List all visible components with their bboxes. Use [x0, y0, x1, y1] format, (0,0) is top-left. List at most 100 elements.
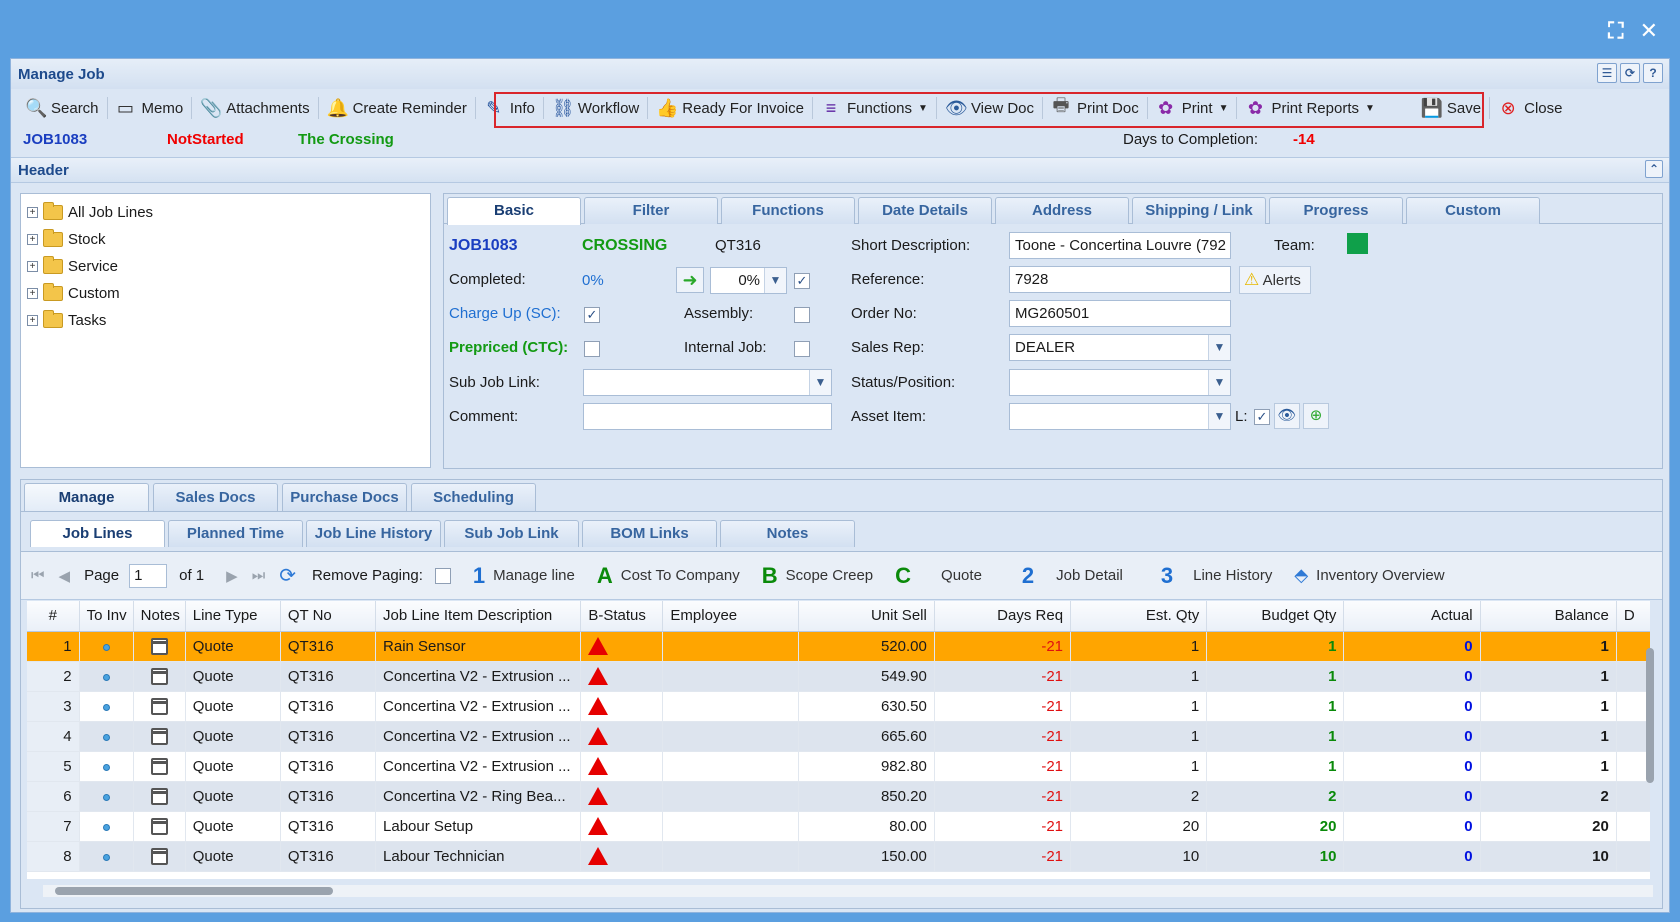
functions-menu-button[interactable]: ≡ Functions ▼ — [813, 93, 936, 123]
tree-node-custom[interactable]: + Custom — [21, 280, 430, 307]
to-invoice-dot[interactable] — [102, 763, 110, 771]
tab-bom-links[interactable]: BOM Links — [582, 520, 717, 547]
asset-item-select[interactable]: ▼ — [1009, 403, 1231, 430]
note-icon[interactable] — [150, 757, 168, 775]
workflow-button[interactable]: ⛓ Workflow — [544, 93, 647, 123]
refresh-grid-icon[interactable]: ⟳ — [279, 563, 296, 588]
sub-job-link-select[interactable]: ▼ — [583, 369, 832, 396]
tab-functions[interactable]: Functions — [721, 197, 855, 224]
to-invoice-dot[interactable] — [102, 793, 110, 801]
collapse-icon[interactable]: ⌃ — [1645, 160, 1663, 178]
col-description[interactable]: Job Line Item Description — [375, 601, 582, 632]
internal-job-checkbox[interactable] — [794, 341, 810, 357]
tab-manage[interactable]: Manage — [24, 483, 149, 511]
tab-notes[interactable]: Notes — [720, 520, 855, 547]
table-row[interactable]: 8 Quote QT316 Labour Technician 150.00 -… — [27, 841, 1650, 872]
tab-sales-docs[interactable]: Sales Docs — [153, 483, 278, 511]
to-invoice-dot[interactable] — [102, 823, 110, 831]
inventory-overview-button[interactable]: ⬘ Inventory Overview — [1294, 565, 1444, 586]
to-invoice-dot[interactable] — [102, 703, 110, 711]
col-qt-no[interactable]: QT No — [280, 601, 377, 632]
tree-node-tasks[interactable]: + Tasks — [21, 307, 430, 334]
charge-up-checkbox[interactable]: ✓ — [584, 307, 600, 323]
tab-progress[interactable]: Progress — [1269, 197, 1403, 224]
col-actual[interactable]: Actual — [1343, 601, 1481, 632]
order-no-field[interactable]: MG260501 — [1009, 300, 1231, 327]
expand-icon[interactable]: + — [27, 234, 38, 245]
maximize-icon[interactable]: ⛶ — [1608, 18, 1623, 44]
col-notes[interactable]: Notes — [133, 601, 186, 632]
expand-icon[interactable]: + — [27, 207, 38, 218]
shortcut-scope-creep[interactable]: B Scope Creep — [762, 563, 873, 589]
last-page-icon[interactable]: ⏭ — [252, 567, 266, 584]
table-row[interactable]: 3 Quote QT316 Concertina V2 - Extrusion … — [27, 691, 1650, 722]
page-input[interactable]: 1 — [129, 563, 168, 588]
vertical-scrollbar[interactable] — [1644, 630, 1656, 880]
tab-job-line-history[interactable]: Job Line History — [306, 520, 441, 547]
header-section-bar[interactable]: Header ⌃ — [11, 157, 1669, 183]
tab-basic[interactable]: Basic — [447, 197, 581, 225]
table-row[interactable]: 4 Quote QT316 Concertina V2 - Extrusion … — [27, 721, 1650, 752]
expand-icon[interactable]: + — [27, 261, 38, 272]
table-row[interactable]: 7 Quote QT316 Labour Setup 80.00 -21 20 … — [27, 811, 1650, 842]
next-page-icon[interactable]: ▶ — [226, 567, 238, 585]
refresh-icon[interactable]: ⟳ — [1620, 63, 1640, 83]
completed-select[interactable]: 0% ▼ — [710, 267, 787, 294]
col-days-req[interactable]: Days Req — [934, 601, 1072, 632]
attachments-button[interactable]: 📎 Attachments — [192, 93, 317, 123]
close-button[interactable]: ⊗ Close — [1490, 93, 1570, 123]
tab-custom[interactable]: Custom — [1406, 197, 1540, 224]
col-b-status[interactable]: B-Status — [580, 601, 664, 632]
to-invoice-dot[interactable] — [102, 643, 110, 651]
create-reminder-button[interactable]: 🔔 Create Reminder — [319, 93, 475, 123]
tab-sub-job-link[interactable]: Sub Job Link — [444, 520, 579, 547]
team-color-swatch[interactable] — [1347, 233, 1368, 254]
sales-rep-select[interactable]: DEALER ▼ — [1009, 334, 1231, 361]
remove-paging-checkbox[interactable] — [434, 567, 451, 584]
col-balance[interactable]: Balance — [1480, 601, 1617, 632]
table-row[interactable]: 2 Quote QT316 Concertina V2 - Extrusion … — [27, 661, 1650, 692]
horizontal-scrollbar[interactable] — [43, 885, 1653, 897]
to-invoice-dot[interactable] — [102, 853, 110, 861]
note-icon[interactable] — [150, 787, 168, 805]
print-reports-menu-button[interactable]: ✿ Print Reports ▼ — [1237, 93, 1382, 123]
table-row[interactable]: 1 Quote QT316 Rain Sensor 520.00 -21 1 1… — [27, 631, 1650, 662]
list-view-icon[interactable]: ☰ — [1597, 63, 1617, 83]
status-position-select[interactable]: ▼ — [1009, 369, 1231, 396]
col-unit-sell[interactable]: Unit Sell — [798, 601, 935, 632]
ready-for-invoice-button[interactable]: 👍 Ready For Invoice — [648, 93, 812, 123]
prepriced-checkbox[interactable] — [584, 341, 600, 357]
view-doc-button[interactable]: 👁 View Doc — [937, 93, 1042, 123]
note-icon[interactable] — [150, 637, 168, 655]
tree-node-all-job-lines[interactable]: + All Job Lines — [21, 199, 430, 226]
shortcut-job-detail[interactable]: 2 Job Detail — [1022, 563, 1123, 589]
expand-icon[interactable]: + — [27, 288, 38, 299]
expand-icon[interactable]: + — [27, 315, 38, 326]
to-invoice-dot[interactable] — [102, 733, 110, 741]
search-button[interactable]: 🔍 Search — [17, 93, 107, 123]
apply-completion-button[interactable]: ➜ — [676, 267, 704, 293]
tree-node-stock[interactable]: + Stock — [21, 226, 430, 253]
add-asset-button[interactable]: ⊕ — [1303, 403, 1329, 429]
col-budget-qty[interactable]: Budget Qty — [1206, 601, 1345, 632]
reference-field[interactable]: 7928 — [1009, 266, 1231, 293]
comment-field[interactable] — [583, 403, 832, 430]
print-doc-button[interactable]: 🖶 Print Doc — [1043, 93, 1147, 123]
save-button[interactable]: 💾 Save — [1413, 93, 1489, 123]
note-icon[interactable] — [150, 817, 168, 835]
tab-date-details[interactable]: Date Details — [858, 197, 992, 224]
table-row[interactable]: 5 Quote QT316 Concertina V2 - Extrusion … — [27, 751, 1650, 782]
note-icon[interactable] — [150, 667, 168, 685]
tab-job-lines[interactable]: Job Lines — [30, 520, 165, 547]
assembly-checkbox[interactable] — [794, 307, 810, 323]
help-icon[interactable]: ? — [1643, 63, 1663, 83]
shortcut-manage-line[interactable]: 1 Manage line — [473, 563, 575, 589]
alerts-button[interactable]: ⚠ Alerts — [1239, 266, 1311, 294]
tab-scheduling[interactable]: Scheduling — [411, 483, 536, 511]
view-asset-button[interactable]: 👁 — [1274, 403, 1300, 429]
tab-shipping-link[interactable]: Shipping / Link — [1132, 197, 1266, 224]
col-line-type[interactable]: Line Type — [185, 601, 281, 632]
tab-purchase-docs[interactable]: Purchase Docs — [282, 483, 407, 511]
info-button[interactable]: ✎ Info — [476, 93, 543, 123]
col-d[interactable]: D — [1616, 601, 1650, 632]
